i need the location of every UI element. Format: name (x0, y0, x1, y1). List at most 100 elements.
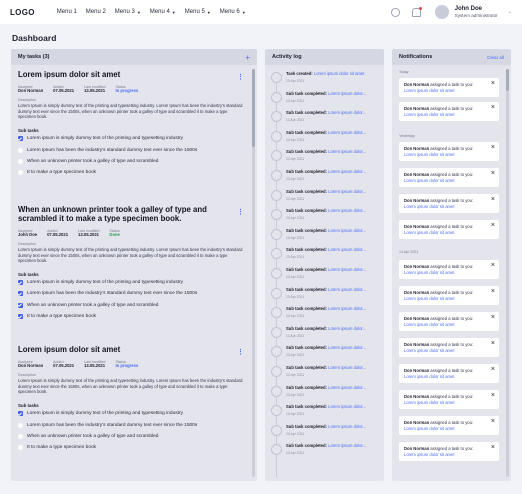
activity-link[interactable]: Lorem ipsum dolor... (328, 385, 366, 390)
close-icon[interactable]: × (491, 104, 495, 111)
subtask-checkbox[interactable] (18, 302, 23, 308)
activity-link[interactable]: Lorem ipsum dolor sit amet (314, 71, 365, 76)
subtask-item[interactable]: Lorem ipsum is simply dummy text of the … (18, 277, 244, 288)
notification-link[interactable]: Lorem ipsum dolor sit amet (404, 270, 488, 276)
subtask-checkbox[interactable] (18, 280, 23, 286)
activity-link[interactable]: Lorem ipsum dolor... (328, 345, 366, 350)
subtask-item[interactable]: When an unknown printer took a galley of… (18, 156, 244, 167)
notification-card[interactable]: Don Norman assigned a task to you: Lorem … (399, 194, 499, 213)
subtask-item[interactable]: Lorem ipsum is simply dummy text of the … (18, 133, 244, 144)
notification-link[interactable]: Lorem ipsum dolor sit amet (404, 426, 488, 432)
subtask-item[interactable]: When an unknown printer took a galley of… (18, 431, 244, 442)
subtask-checkbox[interactable] (18, 170, 23, 176)
menu-item-2[interactable]: Menu 2 (86, 9, 106, 15)
add-task-button[interactable]: + (245, 53, 250, 62)
kebab-menu-icon[interactable]: ⋮ (237, 208, 244, 216)
activity-link[interactable]: Lorem ipsum dolor... (328, 247, 366, 252)
subtask-item[interactable]: It to make a type specimen book (18, 442, 244, 453)
subtask-checkbox[interactable] (18, 433, 23, 439)
subtask-checkbox[interactable] (18, 158, 23, 164)
activity-link[interactable]: Lorem ipsum dolor... (328, 443, 366, 448)
activity-link[interactable]: Lorem ipsum dolor... (328, 149, 366, 154)
close-icon[interactable]: × (491, 314, 495, 321)
notification-card[interactable]: Don Norman assigned a task to you: Lorem … (399, 78, 499, 97)
notification-card[interactable]: Don Norman assigned a task to you: Lorem … (399, 338, 499, 357)
subtask-checkbox[interactable] (18, 314, 23, 320)
subtask-item[interactable]: Lorem ipsum is simply dummy text of the … (18, 408, 244, 419)
menu-item-3[interactable]: Menu 3 ▼ (115, 9, 141, 15)
close-icon[interactable]: × (491, 222, 495, 229)
close-icon[interactable]: × (491, 340, 495, 347)
notification-card[interactable]: Don Norman assigned a task to you: Lorem … (399, 364, 499, 383)
close-icon[interactable]: × (491, 196, 495, 203)
subtask-item[interactable]: When an unknown printer took a galley of… (18, 300, 244, 311)
activity-link[interactable]: Lorem ipsum dolor... (328, 169, 366, 174)
notification-card[interactable]: Don Norman assigned a task to you: Lorem … (399, 416, 499, 435)
close-icon[interactable]: × (491, 170, 495, 177)
subtask-checkbox[interactable] (18, 147, 23, 153)
notification-card[interactable]: Don Norman assigned a task to you: Lorem … (399, 220, 499, 239)
subtask-checkbox[interactable] (18, 411, 23, 417)
subtask-checkbox[interactable] (18, 291, 23, 297)
menu-item-6[interactable]: Menu 6 ▼ (220, 9, 246, 15)
kebab-menu-icon[interactable]: ⋮ (237, 348, 244, 356)
notification-link[interactable]: Lorem ipsum dolor sit amet (404, 230, 488, 236)
scrollbar-thumb[interactable] (252, 69, 255, 147)
activity-link[interactable]: Lorem ipsum dolor... (328, 110, 366, 115)
subtask-checkbox[interactable] (18, 136, 23, 142)
close-icon[interactable]: × (491, 444, 495, 451)
subtask-item[interactable]: It to make a type specimen book (18, 167, 244, 178)
activity-link[interactable]: Lorem ipsum dolor... (328, 130, 366, 135)
notification-link[interactable]: Lorem ipsum dolor sit amet (404, 88, 488, 94)
notification-card[interactable]: Don Norman assigned a task to you: Lorem … (399, 286, 499, 305)
subtask-item[interactable]: Lorem Ipsum has been the industry's stan… (18, 419, 244, 430)
notification-card[interactable]: Don Norman assigned a task to you: Lorem … (399, 102, 499, 121)
menu-item-4[interactable]: Menu 4 ▼ (150, 9, 176, 15)
user-menu[interactable]: John Doe System administrator ⌄ (434, 5, 512, 19)
close-icon[interactable]: × (491, 288, 495, 295)
notification-link[interactable]: Lorem ipsum dolor sit amet (404, 112, 488, 118)
close-icon[interactable]: × (491, 392, 495, 399)
notification-link[interactable]: Lorem ipsum dolor sit amet (404, 296, 488, 302)
menu-item-1[interactable]: Menu 1 (57, 9, 77, 15)
close-icon[interactable]: × (491, 366, 495, 373)
notification-link[interactable]: Lorem ipsum dolor sit amet (404, 152, 488, 158)
close-icon[interactable]: × (491, 418, 495, 425)
activity-link[interactable]: Lorem ipsum dolor... (328, 267, 366, 272)
activity-link[interactable]: Lorem ipsum dolor... (328, 326, 366, 331)
notification-card[interactable]: Don Norman assigned a task to you: Lorem … (399, 260, 499, 279)
activity-link[interactable]: Lorem ipsum dolor... (328, 424, 366, 429)
activity-link[interactable]: Lorem ipsum dolor... (328, 228, 366, 233)
kebab-menu-icon[interactable]: ⋮ (237, 73, 244, 81)
subtask-checkbox[interactable] (18, 445, 23, 451)
close-icon[interactable]: × (491, 80, 495, 87)
notification-card[interactable]: Don Norman assigned a task to you: Lorem … (399, 312, 499, 331)
subtask-checkbox[interactable] (18, 422, 23, 428)
scrollbar-track[interactable] (506, 69, 509, 477)
activity-link[interactable]: Lorem ipsum dolor... (328, 91, 366, 96)
subtask-item[interactable]: It to make a type specimen book (18, 311, 244, 322)
notification-card[interactable]: Don Norman assigned a task to you: Lorem … (399, 390, 499, 409)
notification-link[interactable]: Lorem ipsum dolor sit amet (404, 374, 488, 380)
activity-link[interactable]: Lorem ipsum dolor... (328, 208, 366, 213)
notification-card[interactable]: Don Norman assigned a task to you: Lorem … (399, 142, 499, 161)
activity-link[interactable]: Lorem ipsum dolor... (328, 189, 366, 194)
activity-link[interactable]: Lorem ipsum dolor... (328, 306, 366, 311)
notification-link[interactable]: Lorem ipsum dolor sit amet (404, 178, 488, 184)
clear-all-link[interactable]: Clear all (487, 55, 504, 60)
notification-link[interactable]: Lorem ipsum dolor sit amet (404, 204, 488, 210)
activity-link[interactable]: Lorem ipsum dolor... (328, 404, 366, 409)
notification-card[interactable]: Don Norman assigned a task to you: Lorem … (399, 442, 499, 461)
activity-link[interactable]: Lorem ipsum dolor... (328, 287, 366, 292)
logo[interactable]: LOGO (10, 8, 35, 17)
menu-item-5[interactable]: Menu 5 ▼ (185, 9, 211, 15)
scrollbar-thumb[interactable] (506, 69, 509, 91)
subtask-item[interactable]: Lorem Ipsum has been the industry's stan… (18, 288, 244, 299)
activity-link[interactable]: Lorem ipsum dolor... (328, 365, 366, 370)
notifications-bell-icon[interactable] (411, 6, 422, 17)
notification-card[interactable]: Don Norman assigned a task to you: Lorem … (399, 168, 499, 187)
notification-link[interactable]: Lorem ipsum dolor sit amet (404, 322, 488, 328)
notification-link[interactable]: Lorem ipsum dolor sit amet (404, 400, 488, 406)
notification-link[interactable]: Lorem ipsum dolor sit amet (404, 452, 488, 458)
settings-icon[interactable] (390, 7, 400, 17)
